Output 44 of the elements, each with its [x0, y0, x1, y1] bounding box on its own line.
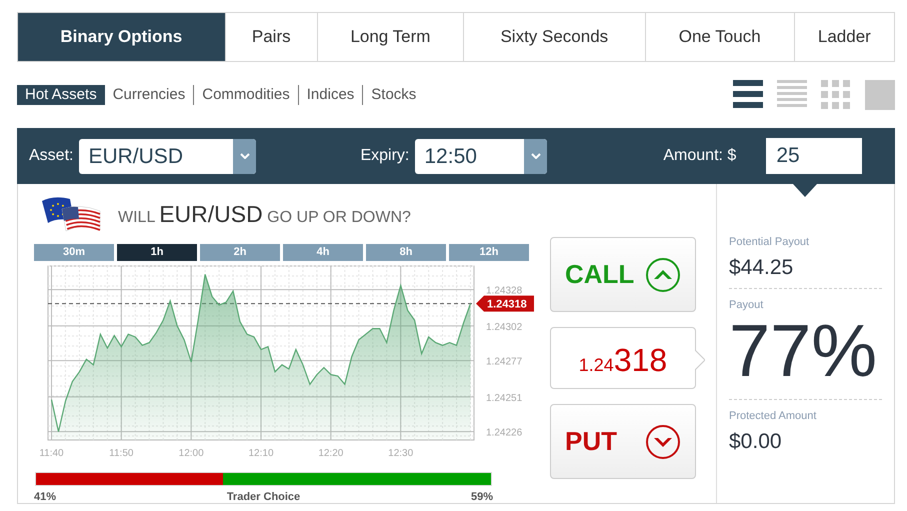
- filter-tab[interactable]: Indices: [298, 85, 362, 105]
- stat-value: $0.00: [729, 430, 783, 454]
- trader-choice-label: Trader Choice: [226, 491, 300, 503]
- field-label: Asset:: [29, 147, 74, 165]
- axis-label: 12:00: [178, 448, 204, 460]
- axis-label: 12:10: [248, 448, 274, 460]
- axis-label: 1.24226: [486, 428, 522, 439]
- view-list-icon[interactable]: [733, 80, 763, 110]
- stat-value: 77%: [729, 311, 878, 391]
- axis-label: 1.24328: [486, 286, 522, 297]
- view-grid-icon[interactable]: [821, 80, 851, 110]
- filter-tab[interactable]: Stocks: [362, 85, 424, 105]
- put-share: 41%: [34, 491, 56, 503]
- timeframe-tab[interactable]: 1h: [117, 244, 197, 262]
- price-tag: 1.24318: [476, 296, 534, 312]
- field-label: Expiry:: [360, 147, 410, 165]
- field-label: Amount: $: [663, 147, 736, 165]
- axis-label: 1.24277: [486, 356, 522, 368]
- axis-label: 11:40: [39, 448, 64, 460]
- axis-label: 12:20: [318, 448, 344, 460]
- filter-tab[interactable]: Currencies: [104, 85, 194, 105]
- axis-label: 12:30: [388, 448, 414, 460]
- stat-label: Payout: [729, 299, 764, 311]
- axis-label: 1.24302: [486, 322, 522, 333]
- expiry-select[interactable]: 12:50: [415, 138, 548, 174]
- axis-label: 1.24251: [486, 392, 522, 404]
- put-button[interactable]: PUT: [550, 404, 696, 479]
- stat-label: Protected Amount: [729, 410, 818, 422]
- chevron-down-icon: [240, 153, 250, 159]
- ref-line-label: 1.24318: [487, 298, 527, 311]
- chevron-down-icon: [530, 153, 541, 159]
- filter-tab[interactable]: Commodities: [193, 85, 298, 105]
- question-text: WILL EUR/USD GO UP OR DOWN?: [118, 200, 411, 228]
- amount-field[interactable]: 25: [766, 138, 862, 174]
- filter-tab[interactable]: Hot Assets: [17, 85, 105, 105]
- product-tab[interactable]: Binary Options: [18, 13, 225, 61]
- asset-select[interactable]: EUR/USD: [79, 138, 256, 174]
- view-square-icon[interactable]: [865, 80, 895, 110]
- axis-label: 11:50: [109, 448, 134, 460]
- pointer-arrow: [695, 350, 705, 370]
- stat-label: Potential Payout: [729, 236, 810, 248]
- stat-value: $44.25: [729, 256, 794, 280]
- flags-icon: [40, 195, 102, 234]
- call-share: 59%: [470, 491, 493, 503]
